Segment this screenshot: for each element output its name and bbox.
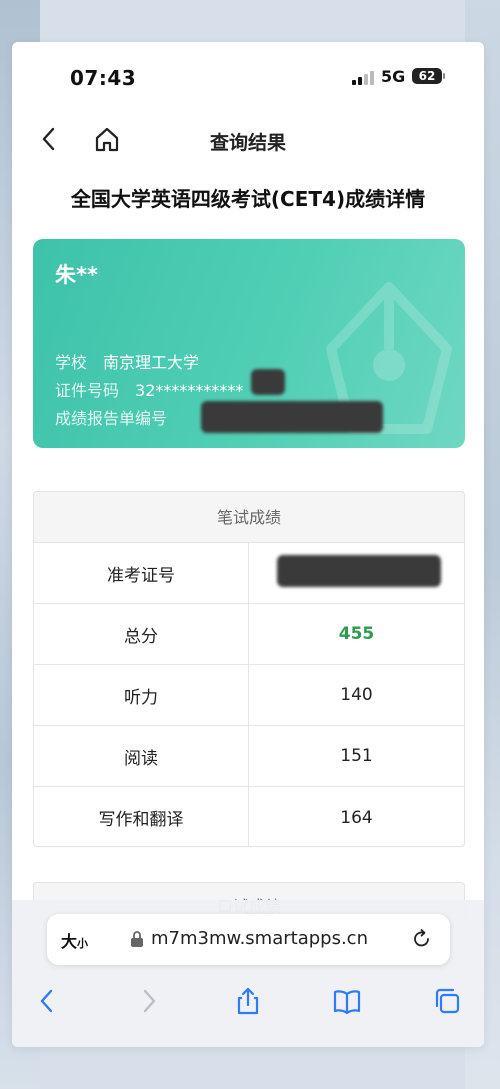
row-label: 阅读 [34,726,249,786]
table-row: 准考证号 [34,543,464,604]
total-score-value: 455 [338,624,375,644]
reload-icon[interactable] [411,928,433,950]
text-size-button[interactable]: 大小 [61,928,88,952]
browser-back-icon[interactable] [32,986,62,1016]
navigation-bar: 查询结果 [12,114,484,166]
id-row: 证件号码 32*********** [55,377,243,401]
candidate-name: 朱** [55,263,98,287]
school-value: 南京理工大学 [103,353,200,372]
row-label: 总分 [34,604,249,664]
row-label: 写作和翻译 [34,787,249,846]
url-text[interactable]: m7m3mw.smartapps.cn [151,928,368,949]
table-row: 写作和翻译 164 [34,787,464,846]
report-number-row: 成绩报告单编号 [55,405,167,429]
redaction-mark [201,401,383,433]
page-heading: 全国大学英语四级考试(CET4)成绩详情 [70,187,426,211]
battery-tip [443,73,445,79]
table-row: 总分 455 [34,604,464,665]
network-type: 5G [381,67,406,86]
table-row: 听力 140 [34,665,464,726]
status-bar: 07:43 5G 62 [12,42,484,112]
table-row: 阅读 151 [34,726,464,787]
text-size-big: 大 [61,932,78,951]
redaction-mark [277,555,441,587]
id-value: 32*********** [135,381,244,400]
row-label: 准考证号 [34,543,249,603]
row-value [249,543,464,603]
browser-forward-icon[interactable] [134,986,164,1016]
text-size-small: 小 [77,937,89,950]
share-icon[interactable] [233,986,263,1016]
address-bar[interactable]: 大小 m7m3mw.smartapps.cn [47,914,450,965]
bookmarks-icon[interactable] [332,986,362,1016]
lock-icon [131,931,143,947]
phone-screen: 07:43 5G 62 查询结果 全国大学英语四级考试(CET4)成绩详情 朱*… [12,42,484,1047]
id-label: 证件号码 [55,381,120,400]
written-score-table: 笔试成绩 准考证号 总分 455 听力 140 阅读 151 写作和翻译 164 [33,491,465,847]
redaction-mark [251,369,285,395]
row-value: 140 [340,685,373,705]
school-label: 学校 [55,353,88,372]
battery-icon: 62 [412,68,442,84]
tabs-icon[interactable] [432,986,462,1016]
candidate-info-card: 朱** 学校 南京理工大学 证件号码 32*********** 成绩报告单编号 [33,239,465,448]
report-number-label: 成绩报告单编号 [55,409,168,428]
browser-toolbar: 大小 m7m3mw.smartapps.cn [12,900,484,1047]
signal-icon [352,69,374,85]
nav-title: 查询结果 [209,132,286,154]
school-row: 学校 南京理工大学 [55,349,199,373]
written-score-title: 笔试成绩 [34,492,464,543]
row-label: 听力 [34,665,249,725]
row-value: 151 [340,746,373,766]
status-time: 07:43 [70,66,137,90]
row-value: 164 [340,807,373,828]
